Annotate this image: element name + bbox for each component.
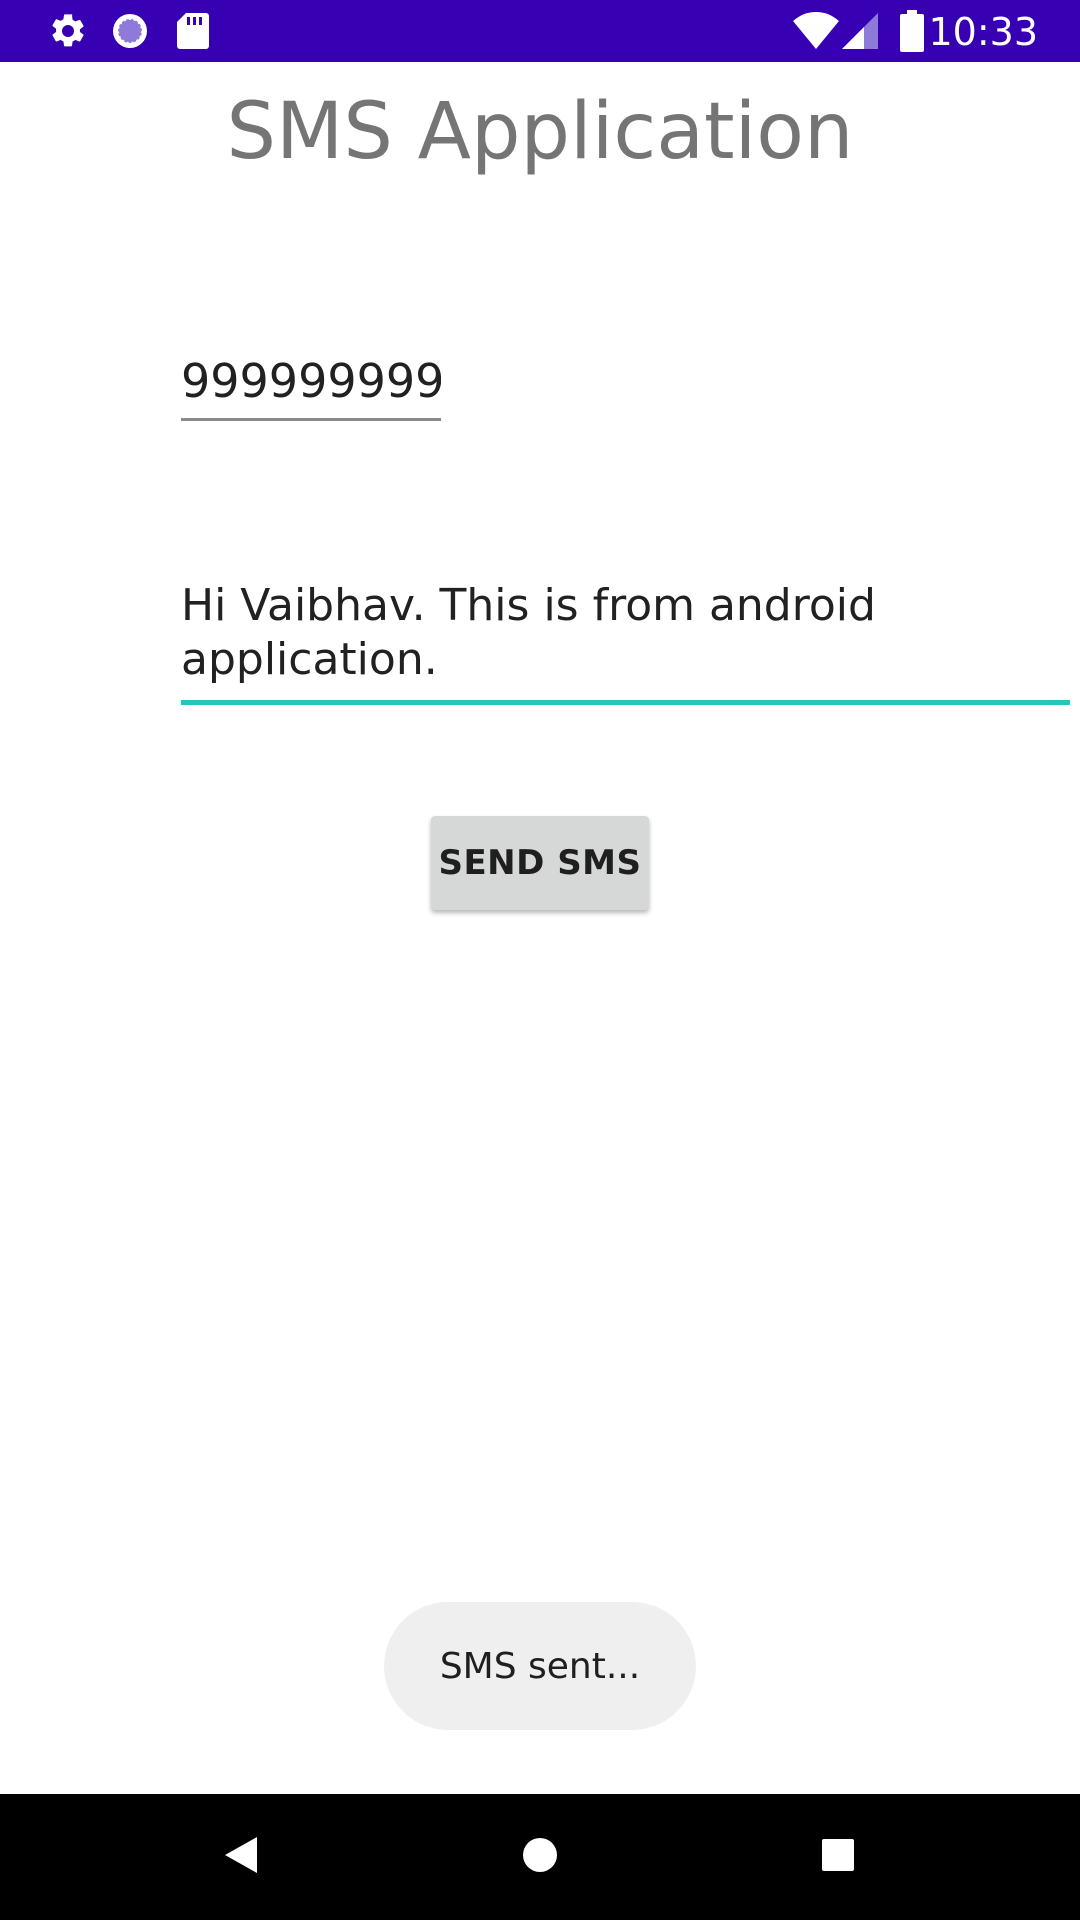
home-icon xyxy=(522,1837,558,1878)
home-button[interactable] xyxy=(490,1794,590,1920)
gear-icon xyxy=(48,0,88,62)
navigation-bar xyxy=(0,1794,1080,1920)
wifi-icon xyxy=(792,0,840,62)
toast-text: SMS sent... xyxy=(439,1645,641,1687)
recents-button[interactable] xyxy=(788,1794,888,1920)
message-input[interactable]: Hi Vaibhav. This is from android applica… xyxy=(181,575,1070,687)
send-sms-button[interactable]: SEND SMS xyxy=(431,816,649,910)
back-icon xyxy=(223,1835,259,1880)
signal-icon xyxy=(842,0,880,62)
recents-icon xyxy=(821,1838,855,1877)
status-time: 10:33 xyxy=(928,10,1038,54)
status-bar: 10:33 xyxy=(0,0,1080,62)
message-field[interactable]: Hi Vaibhav. This is from android applica… xyxy=(181,575,1070,705)
phone-number-field[interactable] xyxy=(181,345,441,421)
battery-icon xyxy=(900,0,924,62)
page-title: SMS Application xyxy=(226,87,854,177)
sd-card-icon xyxy=(176,0,210,62)
back-button[interactable] xyxy=(191,1794,291,1920)
phone-number-input[interactable] xyxy=(181,345,441,417)
toast-message: SMS sent... xyxy=(384,1602,696,1730)
sync-icon xyxy=(110,0,150,62)
